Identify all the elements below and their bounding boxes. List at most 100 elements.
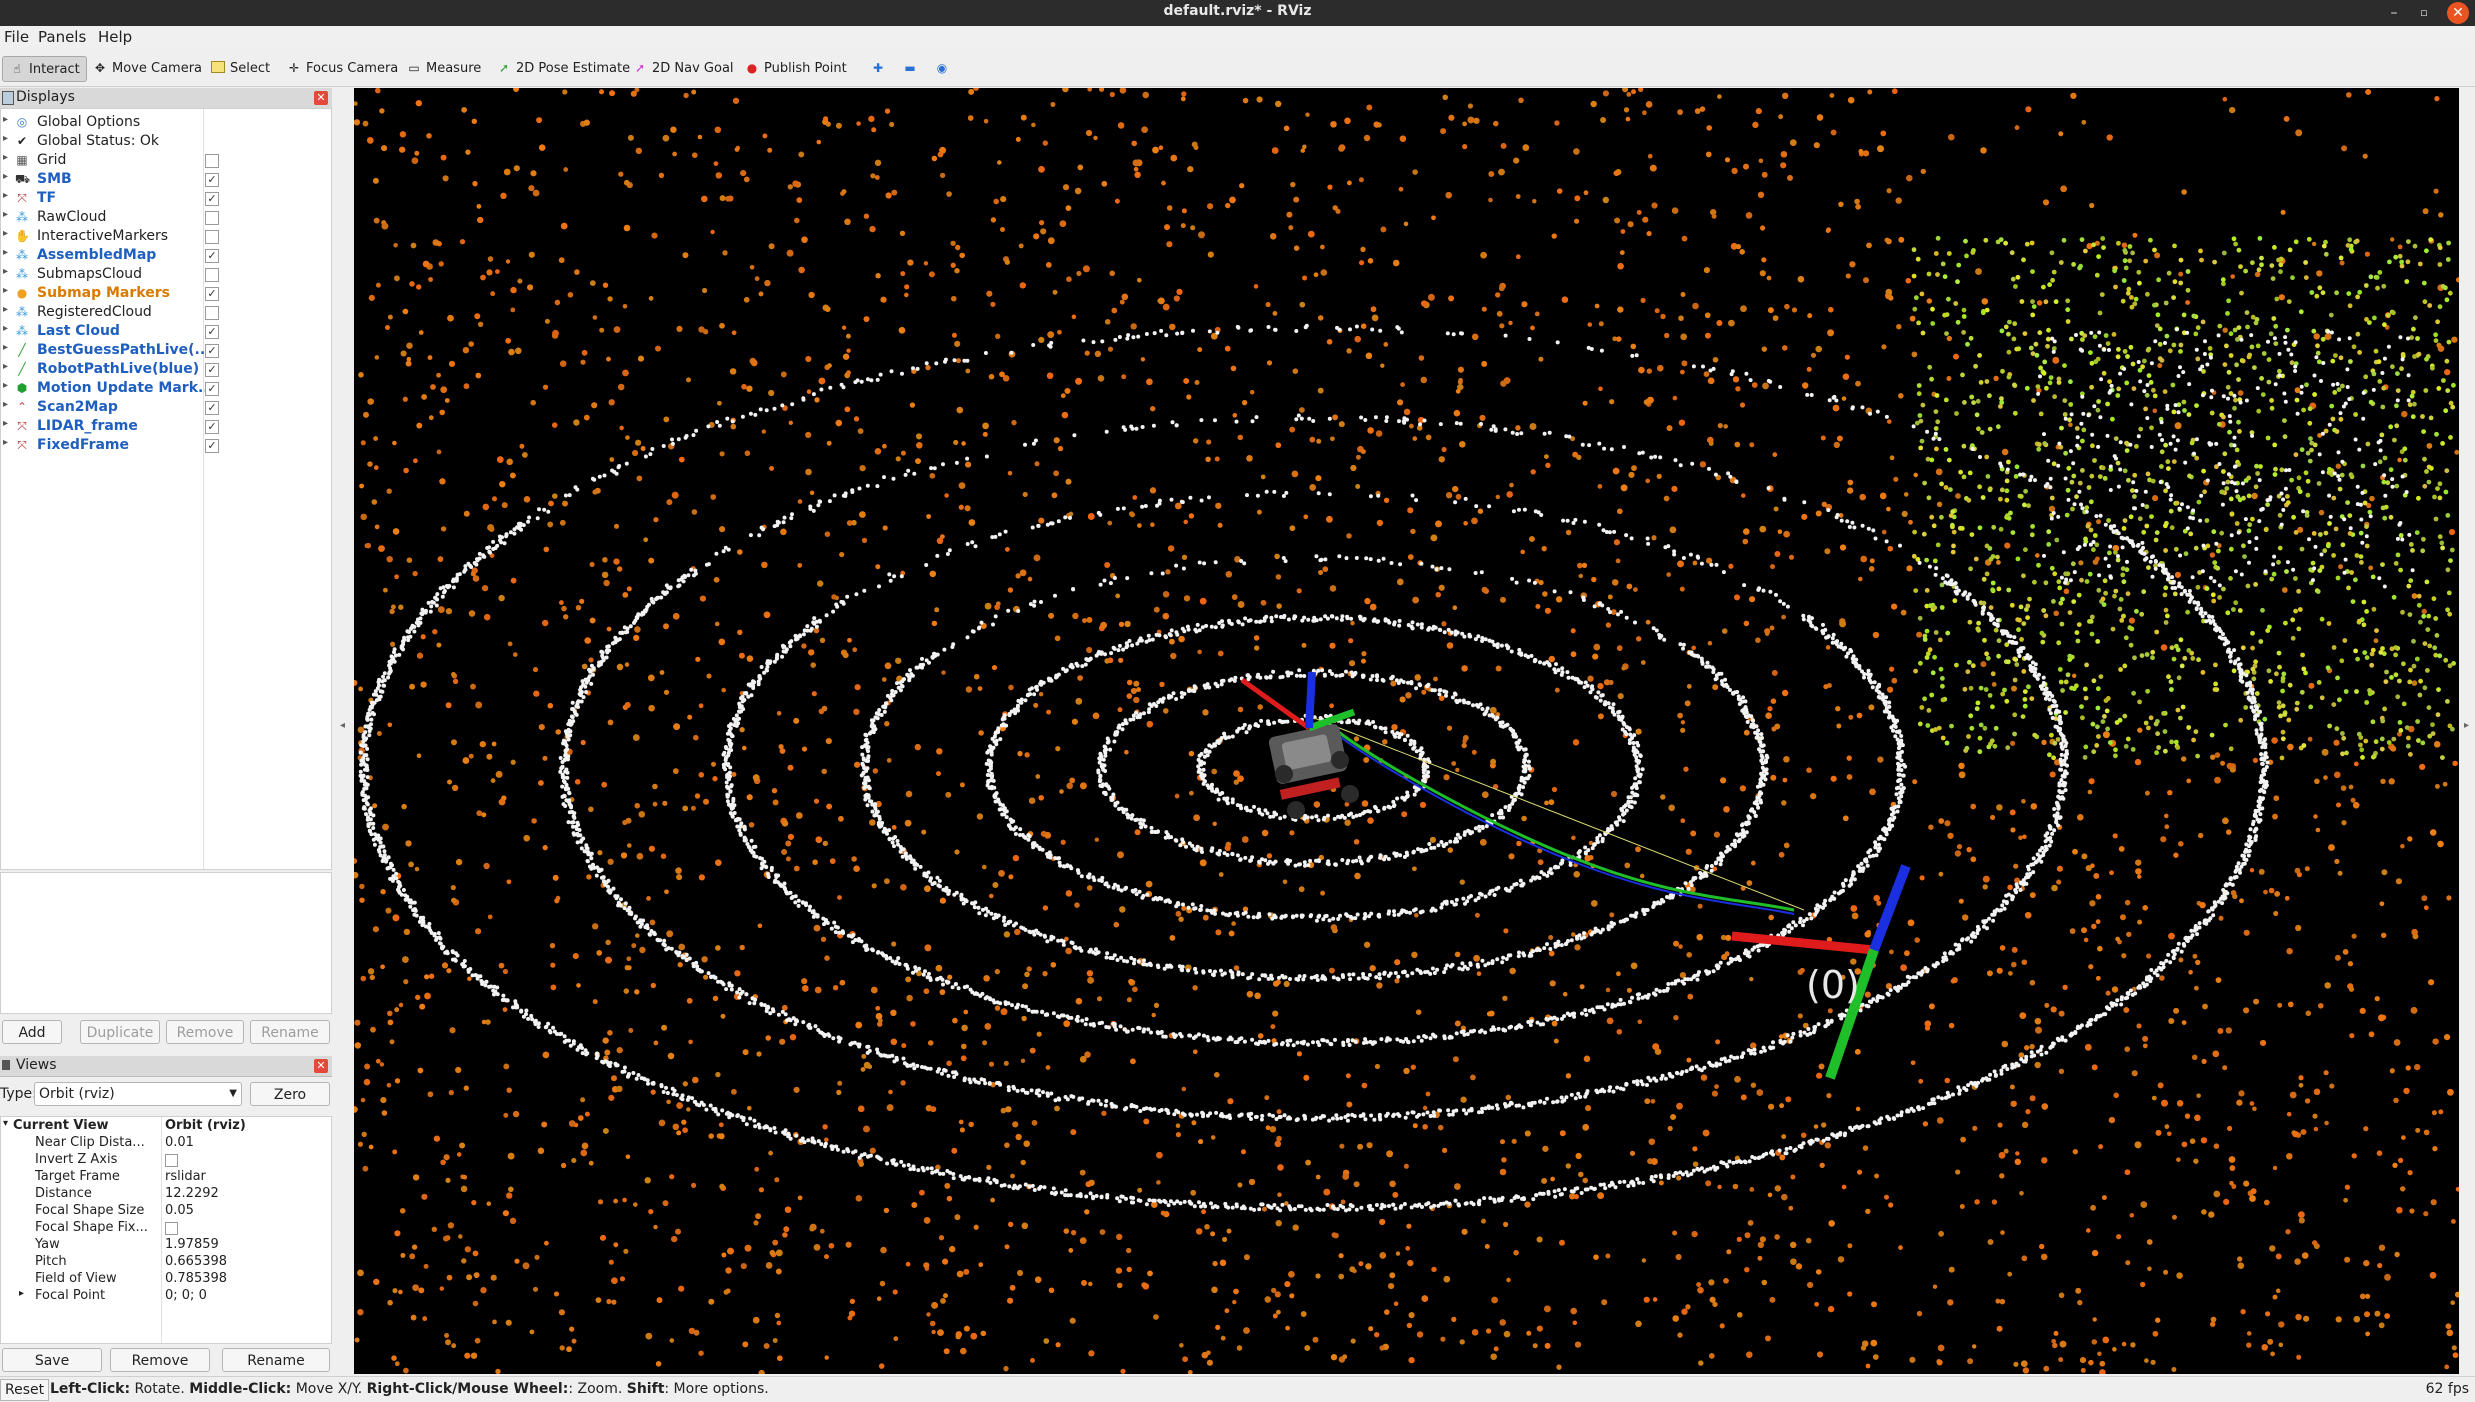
display-enabled-checkbox[interactable]: ✓ xyxy=(205,401,219,415)
pose-estimate-tool[interactable]: ➚ 2D Pose Estimate xyxy=(496,56,630,80)
display-enabled-checkbox[interactable]: ✓ xyxy=(205,173,219,187)
expand-arrow-icon[interactable]: ▸ xyxy=(3,247,8,258)
expand-arrow-icon[interactable]: ▸ xyxy=(3,285,8,296)
expand-arrow-icon[interactable]: ▸ xyxy=(3,190,8,201)
view-property-checkbox[interactable] xyxy=(165,1154,178,1167)
expand-arrow-icon[interactable]: ▸ xyxy=(3,437,8,448)
remove-display-button[interactable]: Remove xyxy=(166,1020,244,1044)
close-icon[interactable]: ✕ xyxy=(2447,2,2469,24)
expand-arrow-icon[interactable]: ▸ xyxy=(3,399,8,410)
menu-panels[interactable]: Panels xyxy=(34,26,94,46)
display-item[interactable]: ▸ ✋ InteractiveMarkers xyxy=(1,227,331,246)
display-item[interactable]: ▸ ⛟ SMB ✓ xyxy=(1,170,331,189)
add-display-button[interactable]: Add xyxy=(2,1020,62,1044)
measure-tool[interactable]: ▭ Measure xyxy=(406,56,481,80)
publish-point-tool[interactable]: ● Publish Point xyxy=(744,56,847,80)
rename-view-button[interactable]: Rename xyxy=(222,1348,330,1372)
expand-arrow-icon[interactable]: ▸ xyxy=(3,266,8,277)
expand-arrow-icon[interactable]: ▸ xyxy=(3,209,8,220)
tool-properties-button[interactable]: ◉ xyxy=(934,56,954,80)
duplicate-display-button[interactable]: Duplicate xyxy=(80,1020,160,1044)
display-enabled-checkbox[interactable]: ✓ xyxy=(205,420,219,434)
display-enabled-checkbox[interactable]: ✓ xyxy=(205,439,219,453)
view-property-row[interactable]: Near Clip Dista... 0.01 xyxy=(1,1135,331,1152)
display-item[interactable]: ▸ ◎ Global Options xyxy=(1,113,331,132)
view-property-row[interactable]: Focal Shape Fix... xyxy=(1,1220,331,1237)
display-item[interactable]: ▸ ⤧ TF ✓ xyxy=(1,189,331,208)
view-property-row[interactable]: Pitch 0.665398 xyxy=(1,1254,331,1271)
display-enabled-checkbox[interactable]: ✓ xyxy=(205,287,219,301)
expand-arrow-icon[interactable]: ▸ xyxy=(3,361,8,372)
expand-arrow-icon[interactable]: ▸ xyxy=(3,418,8,429)
expand-arrow-icon[interactable]: ▾ xyxy=(3,1118,8,1129)
display-enabled-checkbox[interactable]: ✓ xyxy=(205,192,219,206)
close-icon[interactable]: ✕ xyxy=(314,1059,328,1073)
display-item[interactable]: ▸ ╱ BestGuessPathLive(... ✓ xyxy=(1,341,331,360)
display-item[interactable]: ▸ ⌃ Scan2Map ✓ xyxy=(1,398,331,417)
move-camera-tool[interactable]: ✥ Move Camera xyxy=(92,56,202,80)
display-item[interactable]: ▸ ✔ Global Status: Ok xyxy=(1,132,331,151)
display-item[interactable]: ▸ ⁂ RegisteredCloud xyxy=(1,303,331,322)
display-item[interactable]: ▸ ⬢ Motion Update Mark... ✓ xyxy=(1,379,331,398)
focus-camera-tool[interactable]: ✛ Focus Camera xyxy=(286,56,398,80)
view-property-row[interactable]: Distance 12.2292 xyxy=(1,1186,331,1203)
expand-arrow-icon[interactable]: ▸ xyxy=(3,133,8,144)
display-enabled-checkbox[interactable] xyxy=(205,154,219,168)
display-enabled-checkbox[interactable] xyxy=(205,230,219,244)
expand-arrow-icon[interactable]: ▸ xyxy=(3,228,8,239)
nav-goal-tool[interactable]: ➚ 2D Nav Goal xyxy=(632,56,734,80)
view-property-row[interactable]: ▸ Focal Point 0; 0; 0 xyxy=(1,1288,331,1305)
display-enabled-checkbox[interactable]: ✓ xyxy=(205,382,219,396)
maximize-icon[interactable]: ▫ xyxy=(2413,2,2435,24)
view-type-select[interactable]: Orbit (rviz) ▼ xyxy=(34,1082,242,1106)
point-cloud-scene[interactable]: (0) xyxy=(354,88,2459,1374)
view-property-row[interactable]: Focal Shape Size 0.05 xyxy=(1,1203,331,1220)
display-item[interactable]: ▸ ⁂ RawCloud xyxy=(1,208,331,227)
display-enabled-checkbox[interactable] xyxy=(205,211,219,225)
display-item[interactable]: ▸ ⤧ LIDAR_frame ✓ xyxy=(1,417,331,436)
interact-tool[interactable]: ☝ Interact xyxy=(2,56,87,82)
display-item[interactable]: ▸ ⁂ Last Cloud ✓ xyxy=(1,322,331,341)
collapse-right-icon[interactable]: ▸ xyxy=(2464,720,2469,731)
expand-arrow-icon[interactable]: ▸ xyxy=(3,342,8,353)
display-enabled-checkbox[interactable]: ✓ xyxy=(205,363,219,377)
select-tool[interactable]: Select xyxy=(210,56,270,80)
expand-arrow-icon[interactable]: ▸ xyxy=(3,114,8,125)
display-item[interactable]: ▸ ╱ RobotPathLive(blue) ✓ xyxy=(1,360,331,379)
add-tool-button[interactable]: ✚ xyxy=(870,56,890,80)
display-enabled-checkbox[interactable] xyxy=(205,306,219,320)
display-enabled-checkbox[interactable] xyxy=(205,268,219,282)
rename-display-button[interactable]: Rename xyxy=(250,1020,330,1044)
display-item[interactable]: ▸ ● Submap Markers ✓ xyxy=(1,284,331,303)
view-property-row[interactable]: Invert Z Axis xyxy=(1,1152,331,1169)
display-enabled-checkbox[interactable]: ✓ xyxy=(205,325,219,339)
menu-file[interactable]: File xyxy=(0,26,37,46)
display-item[interactable]: ▸ ⁂ SubmapsCloud xyxy=(1,265,331,284)
reset-button[interactable]: Reset xyxy=(0,1379,50,1401)
current-view-row[interactable]: ▾ Current View Orbit (rviz) xyxy=(1,1118,331,1135)
remove-view-button[interactable]: Remove xyxy=(110,1348,210,1372)
display-item[interactable]: ▸ ⤧ FixedFrame ✓ xyxy=(1,436,331,455)
remove-tool-button[interactable]: ▬ xyxy=(902,56,922,80)
expand-arrow-icon[interactable]: ▸ xyxy=(3,380,8,391)
minimize-icon[interactable]: – xyxy=(2383,2,2405,24)
view-property-row[interactable]: Field of View 0.785398 xyxy=(1,1271,331,1288)
display-item[interactable]: ▸ ⁂ AssembledMap ✓ xyxy=(1,246,331,265)
render-viewport[interactable]: (0) xyxy=(354,88,2459,1374)
view-property-checkbox[interactable] xyxy=(165,1222,178,1235)
menu-help[interactable]: Help xyxy=(94,26,140,46)
display-enabled-checkbox[interactable]: ✓ xyxy=(205,249,219,263)
display-item[interactable]: ▸ ▦ Grid xyxy=(1,151,331,170)
display-enabled-checkbox[interactable]: ✓ xyxy=(205,344,219,358)
view-property-row[interactable]: Target Frame rslidar xyxy=(1,1169,331,1186)
expand-arrow-icon[interactable]: ▸ xyxy=(3,323,8,334)
expand-arrow-icon[interactable]: ▸ xyxy=(3,304,8,315)
view-property-row[interactable]: Yaw 1.97859 xyxy=(1,1237,331,1254)
collapse-left-icon[interactable]: ◂ xyxy=(340,720,345,731)
save-view-button[interactable]: Save xyxy=(2,1348,102,1372)
zero-view-button[interactable]: Zero xyxy=(250,1082,330,1106)
expand-arrow-icon[interactable]: ▸ xyxy=(19,1288,24,1299)
expand-arrow-icon[interactable]: ▸ xyxy=(3,152,8,163)
expand-arrow-icon[interactable]: ▸ xyxy=(3,171,8,182)
close-icon[interactable]: ✕ xyxy=(314,91,328,105)
